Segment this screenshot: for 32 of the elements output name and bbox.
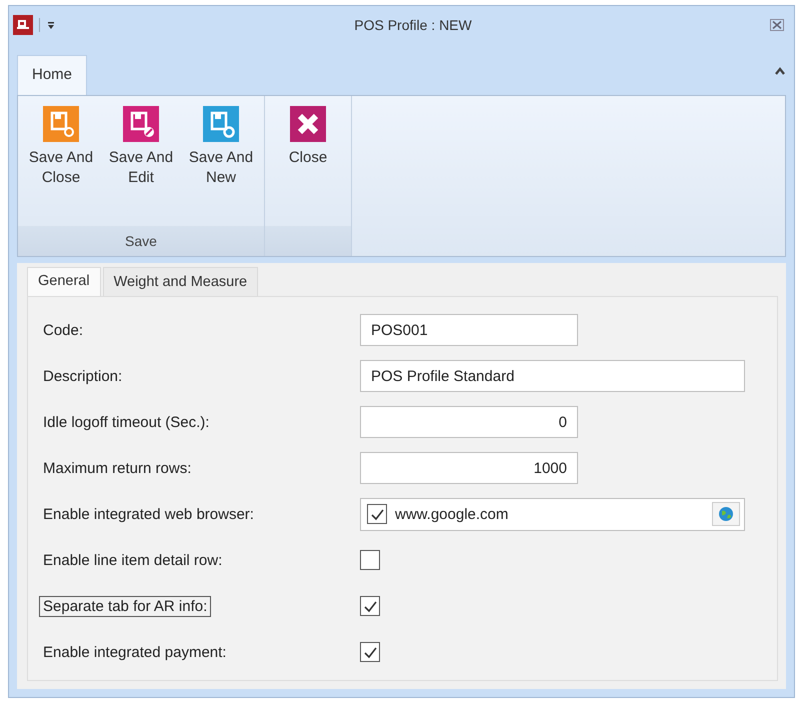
app-icon xyxy=(13,14,33,34)
form-tab[interactable]: General xyxy=(27,267,101,296)
text-field[interactable]: POS001 xyxy=(360,314,578,346)
field-label: Description: xyxy=(42,366,124,386)
globe-icon[interactable] xyxy=(712,502,740,526)
checkbox[interactable] xyxy=(367,504,387,524)
ribbon-tab[interactable]: Home xyxy=(17,55,88,95)
field-label: Maximum return rows: xyxy=(42,458,192,478)
checkbox[interactable] xyxy=(360,596,380,616)
ribbon-button[interactable]: Close xyxy=(269,102,347,226)
group-label: Save xyxy=(18,226,264,256)
checkbox[interactable] xyxy=(360,642,380,662)
field-label: Idle logoff timeout (Sec.): xyxy=(42,412,210,432)
number-field[interactable]: 0 xyxy=(360,406,578,438)
window-title: POS Profile : NEW xyxy=(353,16,473,32)
field-label: Separate tab for AR info: xyxy=(39,596,212,616)
field-label: Enable integrated payment: xyxy=(42,642,228,662)
checkbox[interactable] xyxy=(360,550,380,570)
ribbon-button[interactable]: Save And Edit xyxy=(102,102,180,226)
ribbon-button[interactable]: Save And Close xyxy=(22,102,100,226)
text-field[interactable]: POS Profile Standard xyxy=(360,360,745,392)
field-label: Code: xyxy=(42,320,84,340)
close-icon[interactable] xyxy=(770,18,784,30)
url-text: www.google.com xyxy=(395,506,510,522)
ribbon-button[interactable]: Save And New xyxy=(182,102,260,226)
form-tab[interactable]: Weight and Measure xyxy=(102,267,258,296)
collapse-icon[interactable] xyxy=(774,66,786,76)
number-field[interactable]: 1000 xyxy=(360,452,578,484)
field-label: Enable line item detail row: xyxy=(42,550,224,570)
url-field[interactable]: www.google.com xyxy=(360,498,745,530)
field-label: Enable integrated web browser: xyxy=(42,504,255,524)
dropdown-icon[interactable] xyxy=(46,20,56,30)
